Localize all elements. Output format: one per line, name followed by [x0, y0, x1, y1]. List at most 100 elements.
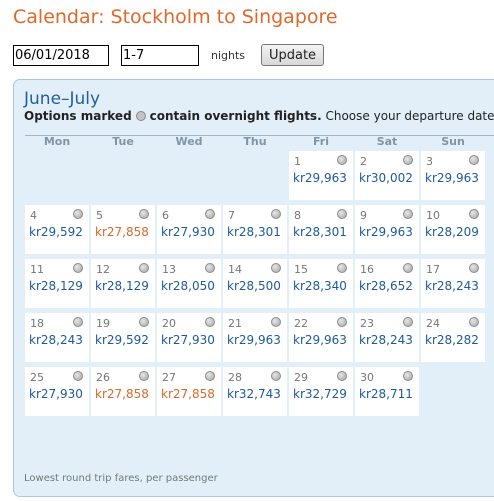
fare-price: kr27,930	[161, 225, 215, 239]
update-button[interactable]: Update	[261, 44, 324, 66]
calendar-day-cell[interactable]: 23 kr28,243	[355, 313, 419, 362]
day-number: 10	[426, 209, 440, 222]
fare-price: kr29,963	[227, 333, 281, 347]
calendar-day-cell[interactable]: 18 kr28,243	[25, 313, 89, 362]
fare-price: kr28,129	[29, 279, 83, 293]
calendar-day-cell[interactable]: 29 kr32,729	[289, 367, 353, 416]
calendar-day-cell[interactable]: 21 kr29,963	[223, 313, 287, 362]
day-number: 6	[162, 209, 169, 222]
overnight-flight-icon	[337, 317, 347, 327]
calendar-day-cell[interactable]: 24 kr28,282	[421, 313, 485, 362]
day-number: 14	[228, 263, 242, 276]
fare-price: kr28,301	[227, 225, 281, 239]
calendar-day-cell[interactable]: 28 kr32,743	[223, 367, 287, 416]
overnight-flight-icon	[205, 209, 215, 219]
fare-price: kr28,209	[425, 225, 479, 239]
calendar-day-cell[interactable]: 17 kr28,243	[421, 259, 485, 308]
calendar-day-cell[interactable]: 3 kr29,963	[421, 151, 485, 200]
calendar-day-cell[interactable]: 1 kr29,963	[289, 151, 353, 200]
day-number: 17	[426, 263, 440, 276]
calendar-day-cell[interactable]: 27 kr27,858	[157, 367, 221, 416]
calendar-day-cell[interactable]: 7 kr28,301	[223, 205, 287, 254]
day-number: 30	[360, 371, 374, 384]
fare-price: kr27,858	[95, 387, 149, 401]
overnight-flight-icon	[271, 263, 281, 273]
calendar-day-cell[interactable]: 26 kr27,858	[91, 367, 155, 416]
day-number: 1	[294, 155, 301, 168]
fare-price: kr29,592	[29, 225, 83, 239]
fare-price: kr32,743	[227, 387, 281, 401]
day-number: 26	[96, 371, 110, 384]
calendar-day-cell[interactable]: 4 kr29,592	[25, 205, 89, 254]
overnight-flight-icon	[403, 371, 413, 381]
overnight-flight-icon	[337, 209, 347, 219]
overnight-flight-icon	[403, 317, 413, 327]
day-number: 28	[228, 371, 242, 384]
weekday-header: Wed	[175, 135, 203, 148]
calendar-day-cell[interactable]: 19 kr29,592	[91, 313, 155, 362]
overnight-flight-icon	[337, 155, 347, 165]
nights-label: nights	[211, 49, 246, 62]
overnight-flight-icon	[73, 263, 83, 273]
day-number: 11	[30, 263, 44, 276]
fare-price: kr29,963	[293, 171, 347, 185]
calendar-panel: June–July Options marked contain overnigh…	[13, 79, 494, 497]
calendar-day-cell[interactable]: 22 kr29,963	[289, 313, 353, 362]
calendar-day-cell[interactable]: 5 kr27,858	[91, 205, 155, 254]
day-number: 12	[96, 263, 110, 276]
departure-date-input[interactable]	[13, 45, 109, 66]
calendar-day-cell[interactable]: 25 kr27,930	[25, 367, 89, 416]
calendar-day-cell[interactable]: 2 kr30,002	[355, 151, 419, 200]
day-number: 19	[96, 317, 110, 330]
calendar-subtitle: Options marked contain overnight flights.…	[24, 109, 494, 123]
overnight-flight-icon	[205, 371, 215, 381]
calendar-day-cell[interactable]: 11 kr28,129	[25, 259, 89, 308]
nights-input[interactable]	[121, 45, 199, 66]
fare-price: kr27,930	[161, 333, 215, 347]
weekday-header: Sat	[376, 135, 398, 148]
fare-price: kr32,729	[293, 387, 347, 401]
weekday-header: Sun	[441, 135, 465, 148]
overnight-flight-icon	[469, 317, 479, 327]
day-number: 22	[294, 317, 308, 330]
day-number: 18	[30, 317, 44, 330]
weekday-header: Fri	[312, 135, 329, 148]
fare-price: kr28,243	[425, 279, 479, 293]
weekday-header: Thu	[243, 135, 267, 148]
calendar-day-cell[interactable]: 12 kr28,129	[91, 259, 155, 308]
day-number: 9	[360, 209, 367, 222]
overnight-flight-icon	[205, 263, 215, 273]
calendar-day-cell[interactable]: 14 kr28,500	[223, 259, 287, 308]
calendar-day-cell[interactable]: 15 kr28,340	[289, 259, 353, 308]
overnight-flight-icon	[139, 209, 149, 219]
overnight-flight-icon	[403, 155, 413, 165]
fare-price: kr27,858	[95, 225, 149, 239]
day-number: 3	[426, 155, 433, 168]
calendar-day-cell[interactable]: 20 kr27,930	[157, 313, 221, 362]
day-number: 7	[228, 209, 235, 222]
calendar-day-cell[interactable]: 8 kr28,301	[289, 205, 353, 254]
footer-note: Lowest round trip fares, per passenger	[24, 473, 218, 484]
subtitle-bold-text-2: contain overnight flights.	[149, 109, 322, 123]
calendar-day-cell[interactable]: 6 kr27,930	[157, 205, 221, 254]
fare-price: kr29,592	[95, 333, 149, 347]
overnight-flight-icon	[469, 209, 479, 219]
day-number: 15	[294, 263, 308, 276]
subtitle-bold-text: Options marked	[24, 109, 132, 123]
overnight-flight-icon	[337, 263, 347, 273]
fare-price: kr28,050	[161, 279, 215, 293]
calendar-day-cell[interactable]: 13 kr28,050	[157, 259, 221, 308]
fare-price: kr28,340	[293, 279, 347, 293]
calendar-day-cell[interactable]: 30 kr28,711	[355, 367, 419, 416]
overnight-flight-icon	[135, 111, 146, 121]
calendar-day-cell[interactable]: 10 kr28,209	[421, 205, 485, 254]
day-number: 16	[360, 263, 374, 276]
day-number: 27	[162, 371, 176, 384]
subtitle-text: Choose your departure date	[325, 109, 494, 123]
calendar-day-cell[interactable]: 16 kr28,652	[355, 259, 419, 308]
day-number: 29	[294, 371, 308, 384]
calendar-day-cell[interactable]: 9 kr29,963	[355, 205, 419, 254]
day-number: 20	[162, 317, 176, 330]
day-number: 2	[360, 155, 367, 168]
fare-price: kr29,963	[359, 225, 413, 239]
